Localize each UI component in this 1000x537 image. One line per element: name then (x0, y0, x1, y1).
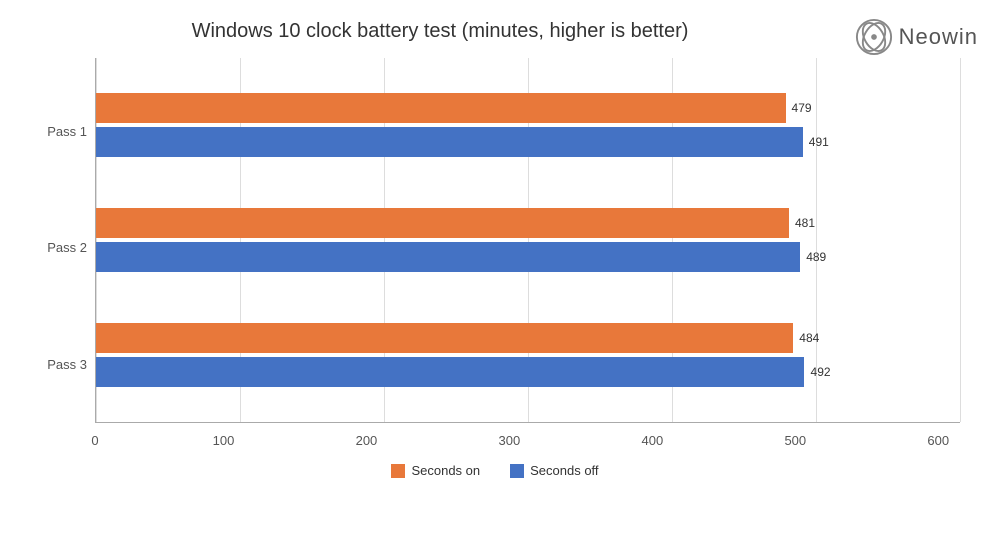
bar-pass3-orange: 484 (96, 323, 960, 353)
bar-group-pass2: 481 489 (96, 208, 960, 272)
x-label-200: 200 (356, 433, 378, 448)
chart-title: Windows 10 clock battery test (minutes, … (20, 20, 980, 43)
chart-container: Windows 10 clock battery test (minutes, … (0, 0, 1000, 537)
bar-label-pass2-orange: 481 (795, 216, 815, 230)
bar-fill-pass2-orange (96, 208, 789, 238)
x-label-500: 500 (784, 433, 806, 448)
x-label-600: 600 (927, 433, 949, 448)
legend-item-blue: Seconds off (510, 463, 598, 478)
legend: Seconds on Seconds off (30, 463, 960, 478)
bar-fill-pass1-blue (96, 127, 803, 157)
legend-swatch-orange (391, 464, 405, 478)
bar-label-pass3-orange: 484 (799, 331, 819, 345)
bar-fill-pass1-orange (96, 93, 786, 123)
y-label-pass1: Pass 1 (30, 124, 95, 139)
bar-label-pass3-blue: 492 (811, 365, 831, 379)
x-label-300: 300 (499, 433, 521, 448)
legend-item-orange: Seconds on (391, 463, 480, 478)
bar-group-pass3: 484 492 (96, 323, 960, 387)
bar-fill-pass3-orange (96, 323, 793, 353)
bar-pass1-blue: 491 (96, 127, 960, 157)
bar-label-pass2-blue: 489 (806, 250, 826, 264)
bar-fill-pass3-blue (96, 357, 804, 387)
legend-label-seconds-on: Seconds on (411, 463, 480, 478)
bar-label-pass1-orange: 479 (792, 101, 812, 115)
y-label-pass2: Pass 2 (30, 240, 95, 255)
bar-fill-pass2-blue (96, 242, 800, 272)
x-label-400: 400 (641, 433, 663, 448)
bar-pass2-orange: 481 (96, 208, 960, 238)
bar-pass2-blue: 489 (96, 242, 960, 272)
bar-label-pass1-blue: 491 (809, 135, 829, 149)
legend-label-seconds-off: Seconds off (530, 463, 598, 478)
bar-group-pass1: 479 491 (96, 93, 960, 157)
bar-pass1-orange: 479 (96, 93, 960, 123)
y-label-pass3: Pass 3 (30, 357, 95, 372)
neowin-icon (855, 18, 893, 56)
neowin-logo: Neowin (855, 18, 978, 56)
neowin-text: Neowin (899, 24, 978, 50)
x-label-0: 0 (91, 433, 98, 448)
x-label-100: 100 (213, 433, 235, 448)
bar-pass3-blue: 492 (96, 357, 960, 387)
legend-swatch-blue (510, 464, 524, 478)
